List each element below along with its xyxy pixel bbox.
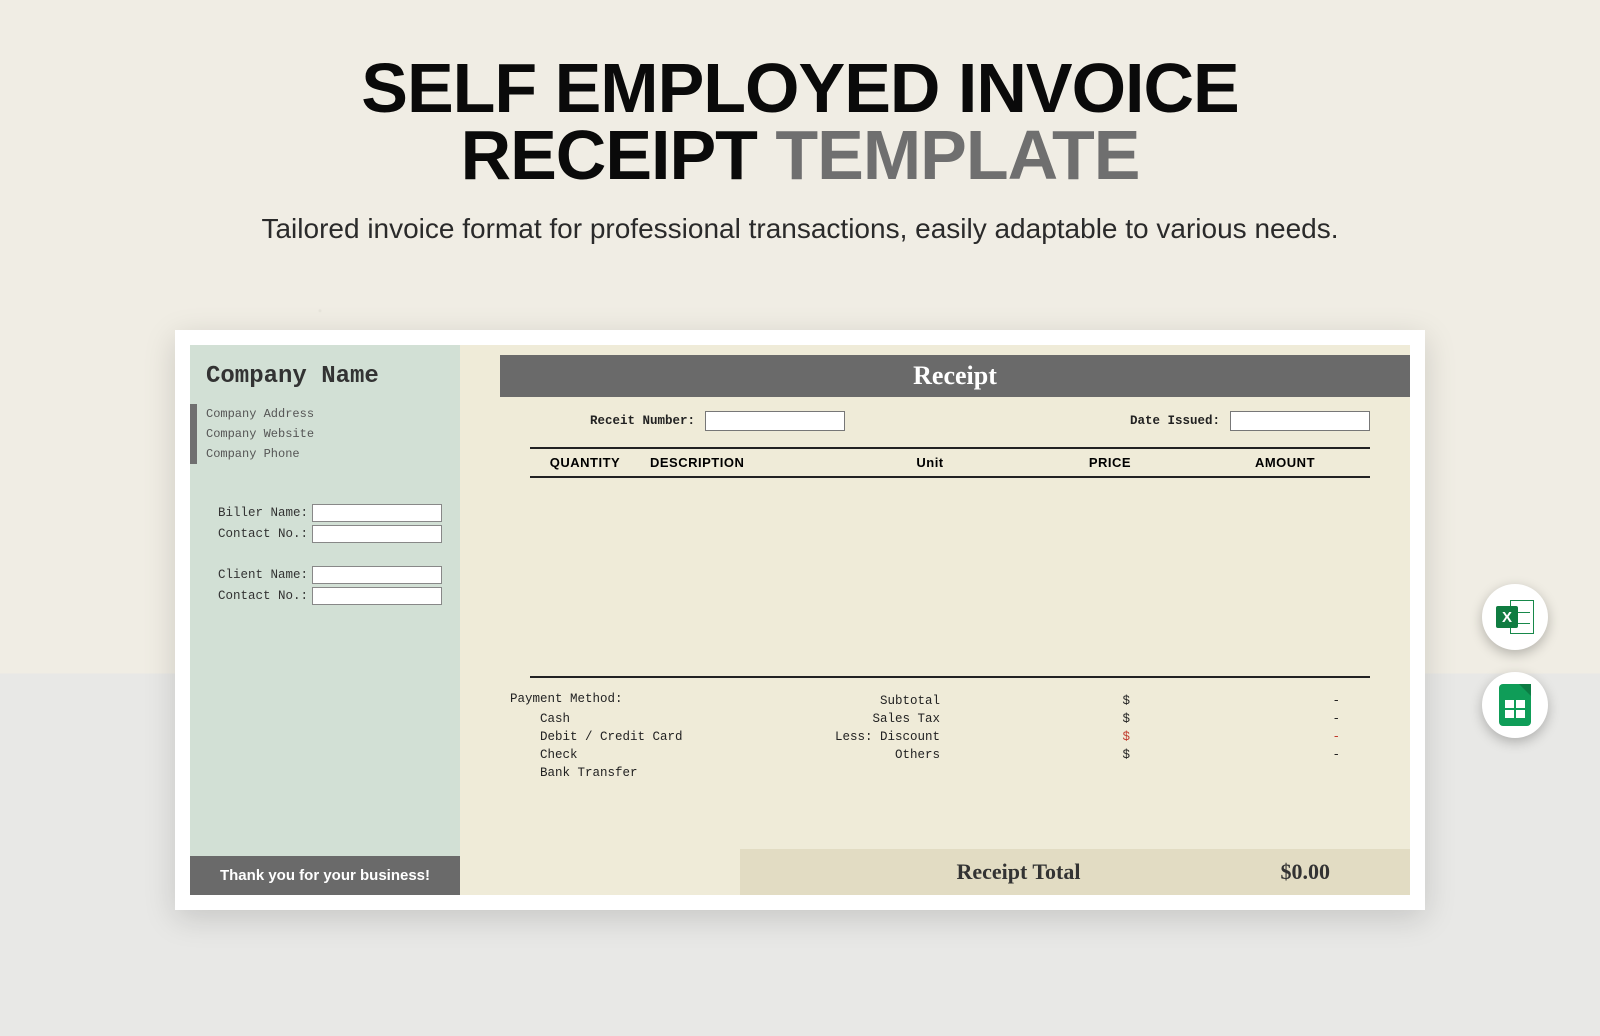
- summary-row-tax: Sales Tax $ -: [790, 710, 1370, 728]
- biller-contact-label: Contact No.:: [208, 527, 308, 541]
- date-issued-input[interactable]: [1230, 411, 1370, 431]
- page-title: SELF EMPLOYED INVOICE RECEIPT TEMPLATE: [0, 55, 1600, 188]
- biller-name-label: Biller Name:: [208, 506, 308, 520]
- page-subtitle: Tailored invoice format for professional…: [0, 210, 1600, 248]
- main-panel: Receipt Receit Number: Date Issued: QUAN…: [460, 345, 1410, 895]
- client-contact-input[interactable]: [312, 587, 442, 605]
- party-fields: Biller Name: Contact No.: Client Name: C…: [190, 474, 460, 608]
- client-contact-label: Contact No.:: [208, 589, 308, 603]
- biller-name-row: Biller Name:: [208, 504, 442, 522]
- payment-method-item: Check: [510, 746, 790, 764]
- excel-badge[interactable]: X: [1482, 584, 1548, 650]
- company-name: Company Name: [206, 363, 444, 390]
- col-quantity: QUANTITY: [530, 455, 640, 470]
- payment-method-title: Payment Method:: [510, 692, 790, 706]
- payment-method-item: Cash: [510, 710, 790, 728]
- company-block: Company Name Company Address Company Web…: [190, 345, 460, 474]
- company-phone: Company Phone: [190, 444, 444, 464]
- receipt-number-field: Receit Number:: [590, 411, 845, 431]
- col-unit: Unit: [840, 455, 1020, 470]
- receipt-document: Company Name Company Address Company Web…: [190, 345, 1410, 895]
- bottom-section: Payment Method: Cash Debit / Credit Card…: [510, 692, 1370, 782]
- sidebar: Company Name Company Address Company Web…: [190, 345, 460, 895]
- receipt-banner: Receipt: [500, 355, 1410, 397]
- summary-row-subtotal: Subtotal $ -: [790, 692, 1370, 710]
- date-issued-field: Date Issued:: [1130, 411, 1370, 431]
- summary-row-discount: Less: Discount $ -: [790, 728, 1370, 746]
- biller-name-input[interactable]: [312, 504, 442, 522]
- col-amount: AMOUNT: [1200, 455, 1370, 470]
- client-name-row: Client Name:: [208, 566, 442, 584]
- total-label: Receipt Total: [956, 859, 1080, 885]
- payment-methods: Payment Method: Cash Debit / Credit Card…: [510, 692, 790, 782]
- title-line2-a: RECEIPT: [461, 116, 757, 194]
- template-preview-card: Company Name Company Address Company Web…: [175, 330, 1425, 910]
- client-contact-row: Contact No.:: [208, 587, 442, 605]
- col-price: PRICE: [1020, 455, 1200, 470]
- col-description: DESCRIPTION: [640, 455, 840, 470]
- summary-row-others: Others $ -: [790, 746, 1370, 764]
- biller-contact-row: Contact No.:: [208, 525, 442, 543]
- company-website: Company Website: [190, 424, 444, 444]
- payment-method-item: Bank Transfer: [510, 764, 790, 782]
- total-bar: Receipt Total $0.00: [740, 849, 1410, 895]
- line-items-body: [530, 478, 1370, 678]
- format-badges: X: [1482, 584, 1548, 738]
- title-line2-b: TEMPLATE: [775, 116, 1139, 194]
- client-name-input[interactable]: [312, 566, 442, 584]
- biller-contact-input[interactable]: [312, 525, 442, 543]
- google-sheets-icon: [1499, 684, 1531, 726]
- company-address: Company Address: [190, 404, 444, 424]
- thank-you-bar: Thank you for your business!: [190, 856, 460, 895]
- client-name-label: Client Name:: [208, 568, 308, 582]
- page-header: SELF EMPLOYED INVOICE RECEIPT TEMPLATE T…: [0, 0, 1600, 248]
- date-issued-label: Date Issued:: [1130, 414, 1220, 428]
- line-items-header: QUANTITY DESCRIPTION Unit PRICE AMOUNT: [530, 447, 1370, 478]
- receipt-number-label: Receit Number:: [590, 414, 695, 428]
- total-value: $0.00: [1281, 859, 1331, 885]
- meta-row: Receit Number: Date Issued:: [590, 411, 1370, 431]
- google-sheets-badge[interactable]: [1482, 672, 1548, 738]
- payment-method-item: Debit / Credit Card: [510, 728, 790, 746]
- receipt-number-input[interactable]: [705, 411, 845, 431]
- excel-icon: X: [1496, 598, 1534, 636]
- summary: Subtotal $ - Sales Tax $ - Less: Discoun…: [790, 692, 1370, 782]
